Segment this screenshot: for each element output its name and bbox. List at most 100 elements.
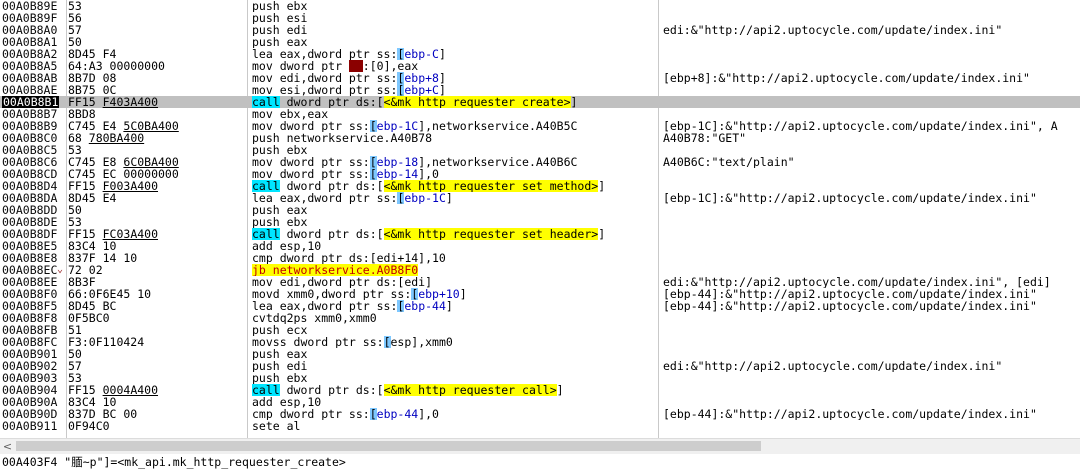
instruction-address: 00A0B8DD <box>2 204 58 216</box>
instruction-comment: edi:&"http://api2.uptocycle.com/update/i… <box>663 276 1051 288</box>
scrollbar-thumb[interactable] <box>16 441 761 451</box>
instruction-bytes: 8D45 E4 <box>68 192 117 204</box>
instruction-comment <box>663 372 1080 384</box>
instruction-address: 00A0B8A1 <box>2 36 58 48</box>
instruction-row[interactable]: 00A0B8E5 83C4 10 add esp,10 <box>0 240 1080 252</box>
instruction-row[interactable]: 00A0B8E8 837F 14 10 cmp dword ptr ds:[edi+… <box>0 252 1080 264</box>
instruction-text: cmp dword ptr ds:[edi+14],10 <box>252 252 446 264</box>
instruction-address: 00A0B8DA <box>2 192 58 204</box>
instruction-text: push ebx <box>252 144 308 156</box>
horizontal-scrollbar[interactable]: < <box>0 438 1080 455</box>
instruction-address: 00A0B8B1 <box>2 96 60 108</box>
instruction-row[interactable]: 00A0B902 57 push edi edi:&"http://api2.upto… <box>0 360 1080 372</box>
instruction-bytes: 8B7D 08 <box>68 72 117 84</box>
instruction-row[interactable]: 00A0B90A 83C4 10 add esp,10 <box>0 396 1080 408</box>
instruction-comment <box>663 108 1080 120</box>
instruction-text: lea eax,dword ptr ss:[ebp-44] <box>252 300 453 312</box>
instruction-comment: [ebp-1C]:&"http://api2.uptocycle.com/upd… <box>663 192 1037 204</box>
instruction-address: 00A0B8A2 <box>2 48 58 60</box>
instruction-bytes: 51 <box>68 324 82 336</box>
instruction-text: movss dword ptr ss:[esp],xmm0 <box>252 336 453 348</box>
instruction-bytes: FF15 FC03A400 <box>68 228 159 240</box>
instruction-address: 00A0B8E8 <box>2 252 58 264</box>
instruction-row[interactable]: 00A0B8F8 0F5BC0 cvtdq2ps xmm0,xmm0 <box>0 312 1080 324</box>
instruction-row[interactable]: 00A0B89E 53 push ebx <box>0 0 1080 12</box>
instruction-row[interactable]: 00A0B8C0 68 780BA400 push networkservice.A… <box>0 132 1080 144</box>
instruction-bytes: 53 <box>68 0 82 12</box>
instruction-row[interactable]: 00A0B8F5 8D45 BC lea eax,dword ptr ss:[ebp… <box>0 300 1080 312</box>
instruction-row[interactable]: 00A0B8FB 51 push ecx <box>0 324 1080 336</box>
instruction-comment <box>663 84 1080 96</box>
instruction-address: 00A0B8C0 <box>2 132 58 144</box>
instruction-address: 00A0B8F5 <box>2 300 58 312</box>
instruction-text: push ebx <box>252 372 308 384</box>
instruction-row[interactable]: 00A0B8DF FF15 FC03A400 call dword ptr ds:[… <box>0 228 1080 240</box>
instruction-row[interactable]: 00A0B911 0F94C0 sete al <box>0 420 1080 432</box>
instruction-row[interactable]: 00A0B8D4 FF15 F003A400 call dword ptr ds:[… <box>0 180 1080 192</box>
instruction-text: call dword ptr ds:[<&mk_http_requester_c… <box>252 96 578 108</box>
instruction-address: 00A0B8DF <box>2 228 58 240</box>
instruction-row[interactable]: 00A0B8C6 C745 E8 6C0BA400 mov dword ptr ss… <box>0 156 1080 168</box>
instruction-address: 00A0B904 <box>2 384 58 396</box>
instruction-bytes: 8D45 F4 <box>68 48 117 60</box>
instruction-row[interactable]: 00A0B8B9 C745 E4 5C0BA400 mov dword ptr ss… <box>0 120 1080 132</box>
instruction-row[interactable]: 00A0B8F0 66:0F6E45 10 movd xmm0,dword ptr … <box>0 288 1080 300</box>
instruction-bytes: FF15 0004A400 <box>68 384 159 396</box>
instruction-row[interactable]: 00A0B903 53 push ebx <box>0 372 1080 384</box>
instruction-row[interactable]: 00A0B904 FF15 0004A400 call dword ptr ds:[… <box>0 384 1080 396</box>
instruction-address: 00A0B8B7 <box>2 108 58 120</box>
instruction-text: mov edi,dword ptr ss:[ebp+8] <box>252 72 446 84</box>
instruction-text: push edi <box>252 360 308 372</box>
instruction-address: 00A0B901 <box>2 348 58 360</box>
disassembly-pane[interactable]: 00A0B89E 53 push ebx 00A0B89F 56 push esi 00A0… <box>0 0 1080 438</box>
instruction-row[interactable]: 00A0B8B1 FF15 F403A400 call dword ptr ds:[… <box>0 96 1080 108</box>
instruction-text: call dword ptr ds:[<&mk_http_requester_c… <box>252 384 564 396</box>
instruction-bytes: 83C4 10 <box>68 240 117 252</box>
instruction-row[interactable]: 00A0B8B7 8BD8 mov ebx,eax <box>0 108 1080 120</box>
instruction-text: push eax <box>252 348 308 360</box>
instruction-row[interactable]: 00A0B8DE 53 push ebx <box>0 216 1080 228</box>
instruction-row[interactable]: 00A0B8CD C745 EC 00000000 mov dword ptr ss… <box>0 168 1080 180</box>
instruction-bytes: 8B75 0C <box>68 84 117 96</box>
instruction-text: push eax <box>252 204 308 216</box>
instruction-row[interactable]: 00A0B8EC 72 02 jb networkservice.A0B8F0 ⌄ <box>0 264 1080 276</box>
instruction-row[interactable]: 00A0B8AE 8B75 0C mov esi,dword ptr ss:[ebp… <box>0 84 1080 96</box>
instruction-text: push edi <box>252 24 308 36</box>
instruction-text: lea eax,dword ptr ss:[ebp-1C] <box>252 192 453 204</box>
instruction-address: 00A0B8CD <box>2 168 58 180</box>
instruction-address: 00A0B8C6 <box>2 156 58 168</box>
instruction-address: 00A0B8AB <box>2 72 58 84</box>
instruction-bytes: 57 <box>68 24 82 36</box>
instruction-row[interactable]: 00A0B90D 837D BC 00 cmp dword ptr ss:[ebp-… <box>0 408 1080 420</box>
instruction-comment <box>663 324 1080 336</box>
instruction-comment <box>663 168 1080 180</box>
instruction-row[interactable]: 00A0B8C5 53 push ebx <box>0 144 1080 156</box>
instruction-address: 00A0B8D4 <box>2 180 58 192</box>
instruction-comment <box>663 60 1080 72</box>
instruction-bytes: C745 E4 5C0BA400 <box>68 120 179 132</box>
instruction-row[interactable]: 00A0B8DA 8D45 E4 lea eax,dword ptr ss:[ebp… <box>0 192 1080 204</box>
instruction-row[interactable]: 00A0B8A0 57 push edi edi:&"http://api2.upto… <box>0 24 1080 36</box>
instruction-row[interactable]: 00A0B8EE 8B3F mov edi,dword ptr ds:[edi] ed… <box>0 276 1080 288</box>
instruction-bytes: 0F5BC0 <box>68 312 110 324</box>
instruction-address: 00A0B8C5 <box>2 144 58 156</box>
instruction-address: 00A0B8AE <box>2 84 58 96</box>
instruction-row[interactable]: 00A0B901 50 push eax <box>0 348 1080 360</box>
instruction-row[interactable]: 00A0B8A2 8D45 F4 lea eax,dword ptr ss:[ebp… <box>0 48 1080 60</box>
instruction-row[interactable]: 00A0B8DD 50 push eax <box>0 204 1080 216</box>
instruction-comment <box>663 228 1080 240</box>
instruction-text: push ebx <box>252 216 308 228</box>
instruction-text: lea eax,dword ptr ss:[ebp-C] <box>252 48 446 60</box>
instruction-address: 00A0B8FB <box>2 324 58 336</box>
instruction-bytes: C745 E8 6C0BA400 <box>68 156 179 168</box>
instruction-row[interactable]: 00A0B8FC F3:0F110424 movss dword ptr ss:[e… <box>0 336 1080 348</box>
instruction-row[interactable]: 00A0B8A5 64:A3 00000000 mov dword ptr fs:[… <box>0 60 1080 72</box>
instruction-row[interactable]: 00A0B8A1 50 push eax <box>0 36 1080 48</box>
scroll-left-button[interactable]: < <box>0 439 15 454</box>
instruction-address: 00A0B8E5 <box>2 240 58 252</box>
instruction-comment <box>663 240 1080 252</box>
instruction-address: 00A0B8A0 <box>2 24 58 36</box>
instruction-address: 00A0B8FC <box>2 336 58 348</box>
instruction-row[interactable]: 00A0B8AB 8B7D 08 mov edi,dword ptr ss:[ebp… <box>0 72 1080 84</box>
instruction-row[interactable]: 00A0B89F 56 push esi <box>0 12 1080 24</box>
